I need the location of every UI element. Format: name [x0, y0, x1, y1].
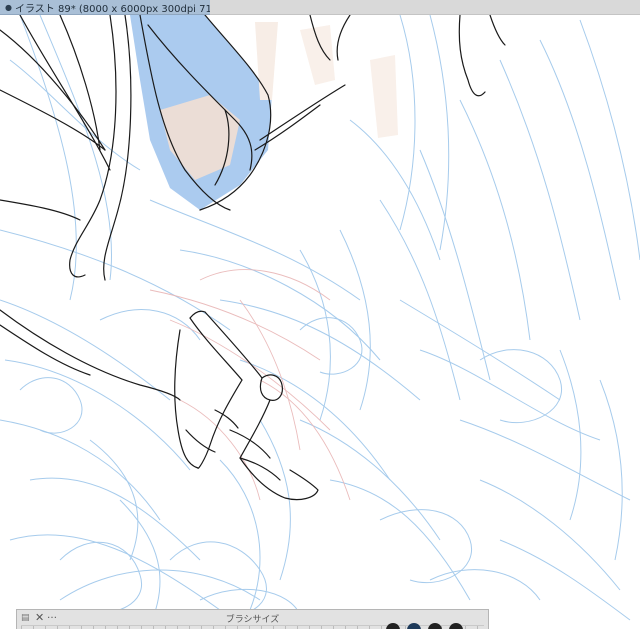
- brush-size-preset-5[interactable]: [449, 623, 463, 629]
- tab-bar-background: [210, 0, 640, 15]
- brush-size-presets: [373, 623, 463, 629]
- tab-indicator-icon: ●: [5, 2, 12, 12]
- clip-studio-window: ● イラスト 89* (8000 x 6000px 300dpi 71.2%): [0, 0, 640, 629]
- document-title: イラスト 89* (8000 x 6000px 300dpi 71.2%): [14, 3, 235, 15]
- brush-size-preset-2[interactable]: [386, 623, 400, 629]
- brush-size-preset-4[interactable]: [428, 623, 442, 629]
- brush-size-panel: ▤ ✕ … ブラシサイズ: [16, 609, 489, 629]
- drawing-canvas[interactable]: [0, 15, 640, 629]
- document-tab[interactable]: ● イラスト 89* (8000 x 6000px 300dpi 71.2%): [0, 0, 235, 15]
- brush-size-preset-3[interactable]: [407, 623, 421, 629]
- artwork-strokes: [0, 15, 640, 626]
